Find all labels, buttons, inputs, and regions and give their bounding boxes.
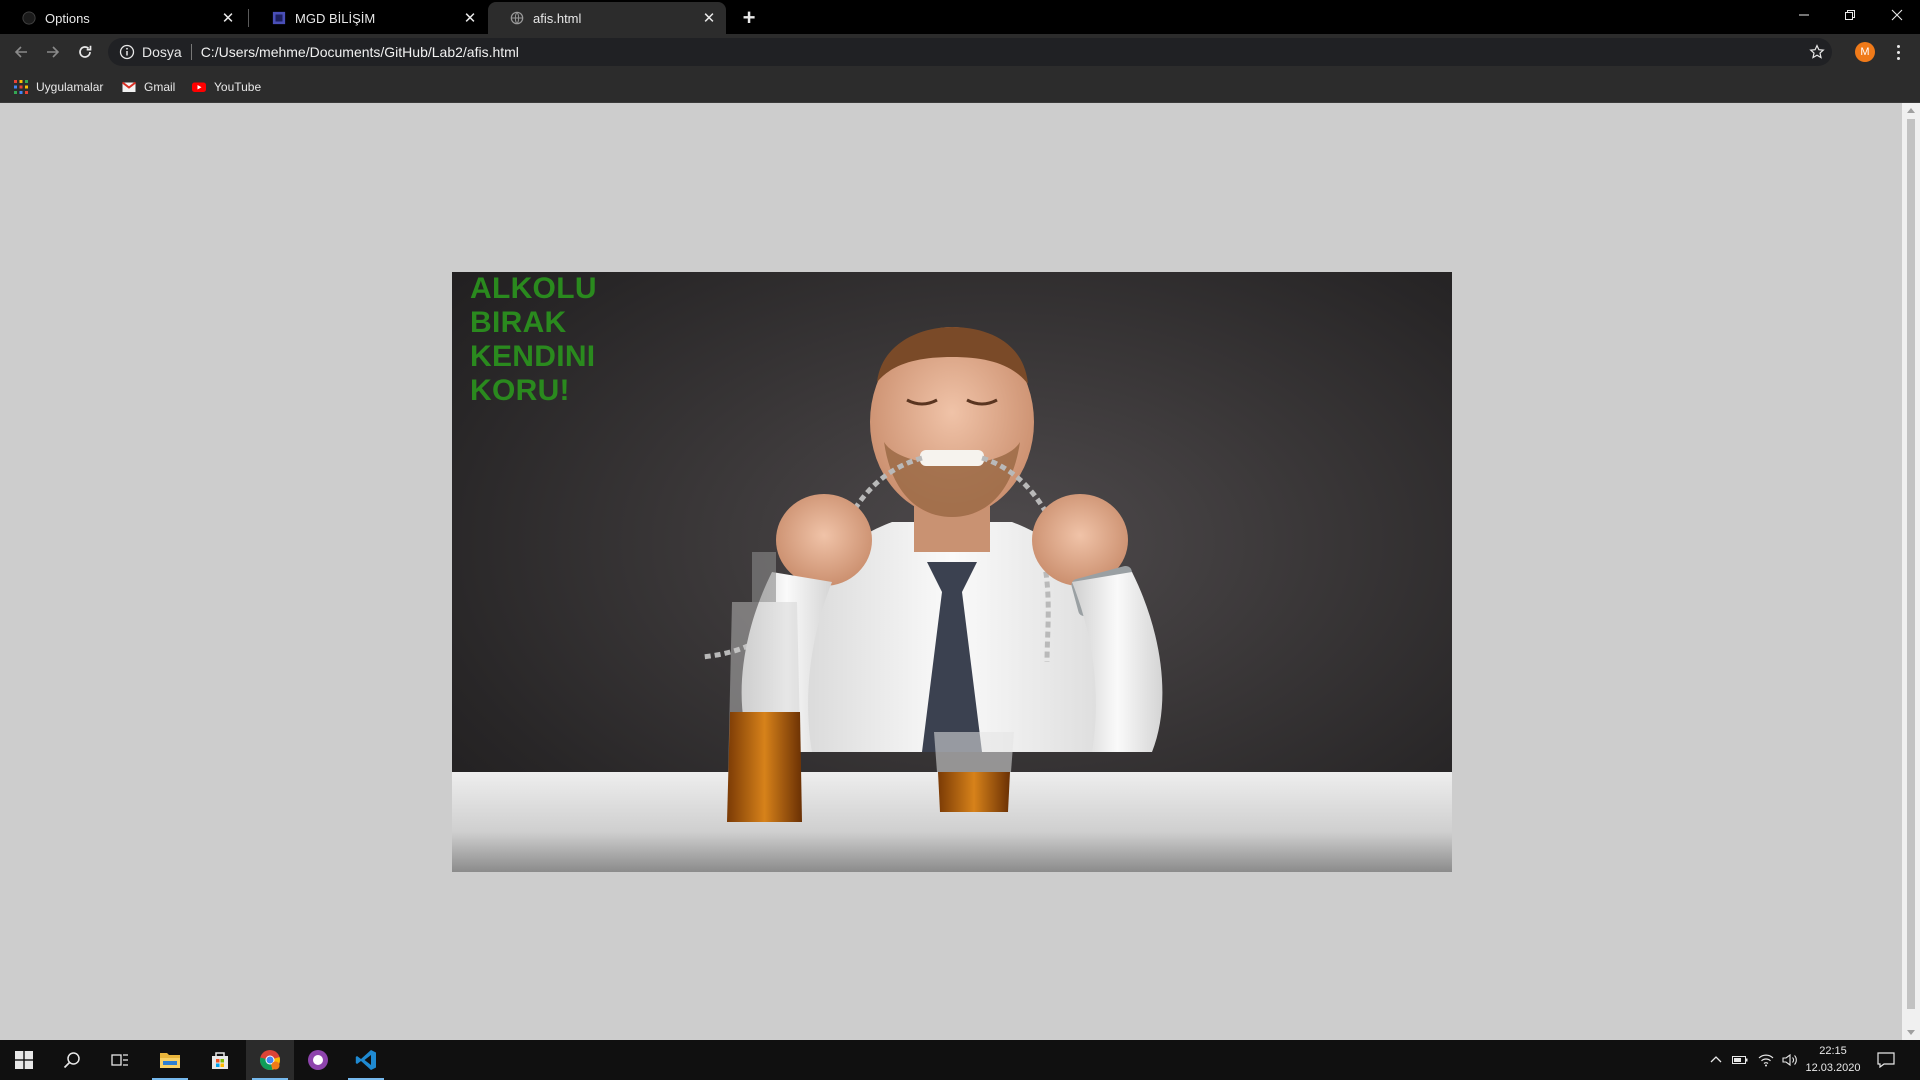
store-icon	[212, 1052, 228, 1069]
browser-toolbar: Dosya C:/Users/mehme/Documents/GitHub/La…	[0, 34, 1920, 70]
speaker-icon	[1782, 1053, 1797, 1067]
bookmark-gmail[interactable]: Gmail	[122, 77, 175, 97]
wifi-icon	[1758, 1054, 1774, 1067]
url-text[interactable]: C:/Users/mehme/Documents/GitHub/Lab2/afi…	[201, 44, 1802, 60]
action-center-button[interactable]	[1870, 1040, 1902, 1080]
close-window-button[interactable]	[1874, 0, 1920, 30]
tab-title: Options	[45, 10, 90, 26]
task-view-button[interactable]	[96, 1040, 144, 1080]
menu-dot	[1896, 56, 1900, 60]
browser-menu-button[interactable]	[1888, 40, 1908, 64]
taskbar-file-explorer[interactable]	[146, 1040, 194, 1080]
reload-button[interactable]	[71, 38, 99, 66]
file-explorer-icon	[160, 1053, 180, 1068]
bookmark-label: YouTube	[214, 80, 262, 94]
github-desktop-icon	[308, 1050, 328, 1070]
url-scheme-label: Dosya	[142, 44, 182, 60]
menu-dot	[1896, 44, 1900, 48]
youtube-icon	[192, 82, 206, 92]
site-square-icon	[272, 11, 286, 25]
tab-title: MGD BİLİŞİM	[295, 10, 376, 26]
bookmark-label: Gmail	[144, 80, 176, 94]
tab-options[interactable]: Options ✕	[0, 2, 245, 34]
scroll-down-icon[interactable]	[1907, 1030, 1915, 1035]
restore-icon	[1845, 10, 1855, 20]
page-scrollbar[interactable]	[1902, 103, 1920, 1040]
poster-image: ALKOLU BIRAK KENDINI KORU!	[452, 272, 1452, 872]
tab-mgd-bilisim[interactable]: MGD BİLİŞİM ✕	[250, 2, 487, 34]
menu-dot	[1896, 50, 1900, 54]
tab-title: afis.html	[533, 10, 582, 26]
address-divider	[190, 44, 192, 60]
left-fist-shape	[776, 494, 872, 586]
scrollbar-thumb[interactable]	[1907, 119, 1915, 1009]
restore-button[interactable]	[1827, 0, 1873, 30]
close-icon	[1891, 9, 1903, 21]
bookmark-star-button[interactable]	[1802, 44, 1832, 60]
tray-battery[interactable]	[1729, 1040, 1751, 1080]
back-button[interactable]	[7, 38, 35, 66]
title-bar: Options ✕ MGD BİLİŞİM ✕ afis.html ✕ +	[0, 0, 1920, 34]
windows-taskbar: 22:15 12.03.2020	[0, 1040, 1920, 1080]
bookmarks-bar: Uygulamalar Gmail YouTube	[0, 70, 1920, 103]
clock-time: 22:15	[1819, 1045, 1847, 1057]
site-info-button[interactable]	[112, 44, 142, 60]
taskbar-github-desktop[interactable]	[294, 1040, 342, 1080]
tab-afis-html[interactable]: afis.html ✕	[488, 2, 726, 34]
scroll-up-icon[interactable]	[1907, 108, 1915, 113]
taskbar-search-button[interactable]	[48, 1040, 96, 1080]
minimize-button[interactable]	[1781, 0, 1827, 30]
bookmark-label: Uygulamalar	[36, 80, 104, 94]
chevron-up-icon	[1710, 1056, 1722, 1063]
apps-grid-icon	[14, 80, 28, 94]
info-icon	[119, 44, 135, 60]
tray-overflow-button[interactable]	[1706, 1040, 1726, 1080]
battery-icon	[1732, 1056, 1748, 1064]
poster-slogan: ALKOLU BIRAK KENDINI KORU!	[470, 272, 597, 408]
bookmark-apps[interactable]: Uygulamalar	[14, 77, 103, 97]
forward-button[interactable]	[39, 38, 67, 66]
slogan-line: BIRAK	[470, 306, 567, 339]
taskbar-store[interactable]	[196, 1040, 244, 1080]
search-icon	[63, 1052, 80, 1069]
taskbar-chrome[interactable]	[246, 1040, 294, 1080]
start-icon	[15, 1051, 33, 1069]
slogan-line: ALKOLU	[470, 272, 597, 305]
tab-close-button[interactable]: ✕	[215, 5, 241, 31]
tray-network[interactable]	[1755, 1040, 1777, 1080]
taskbar-clock[interactable]: 22:15 12.03.2020	[1800, 1043, 1866, 1077]
github-icon	[22, 11, 36, 25]
star-icon	[1809, 44, 1825, 59]
slogan-line: KORU!	[470, 374, 570, 407]
vscode-icon	[355, 1050, 376, 1070]
new-tab-button[interactable]: +	[735, 4, 763, 32]
taskbar-vscode[interactable]	[342, 1040, 390, 1080]
poster-illustration	[452, 327, 1452, 872]
chrome-icon	[259, 1050, 280, 1071]
tab-separator	[248, 9, 249, 27]
minimize-icon	[1799, 14, 1809, 16]
profile-avatar[interactable]: M	[1855, 42, 1875, 62]
globe-icon	[510, 11, 524, 25]
address-bar[interactable]: Dosya C:/Users/mehme/Documents/GitHub/La…	[108, 38, 1832, 66]
tab-close-button[interactable]: ✕	[696, 5, 722, 31]
clock-date: 12.03.2020	[1805, 1062, 1861, 1074]
tray-volume[interactable]	[1779, 1040, 1801, 1080]
reload-icon	[79, 45, 92, 58]
gmail-icon	[122, 81, 136, 92]
tab-close-button[interactable]: ✕	[457, 5, 483, 31]
arrow-right-icon	[47, 46, 60, 58]
arrow-left-icon	[14, 46, 27, 58]
bookmark-youtube[interactable]: YouTube	[192, 77, 261, 97]
task-view-icon	[111, 1054, 128, 1066]
start-button[interactable]	[0, 1040, 48, 1080]
slogan-line: KENDINI	[470, 340, 596, 373]
notification-icon	[1877, 1052, 1895, 1068]
